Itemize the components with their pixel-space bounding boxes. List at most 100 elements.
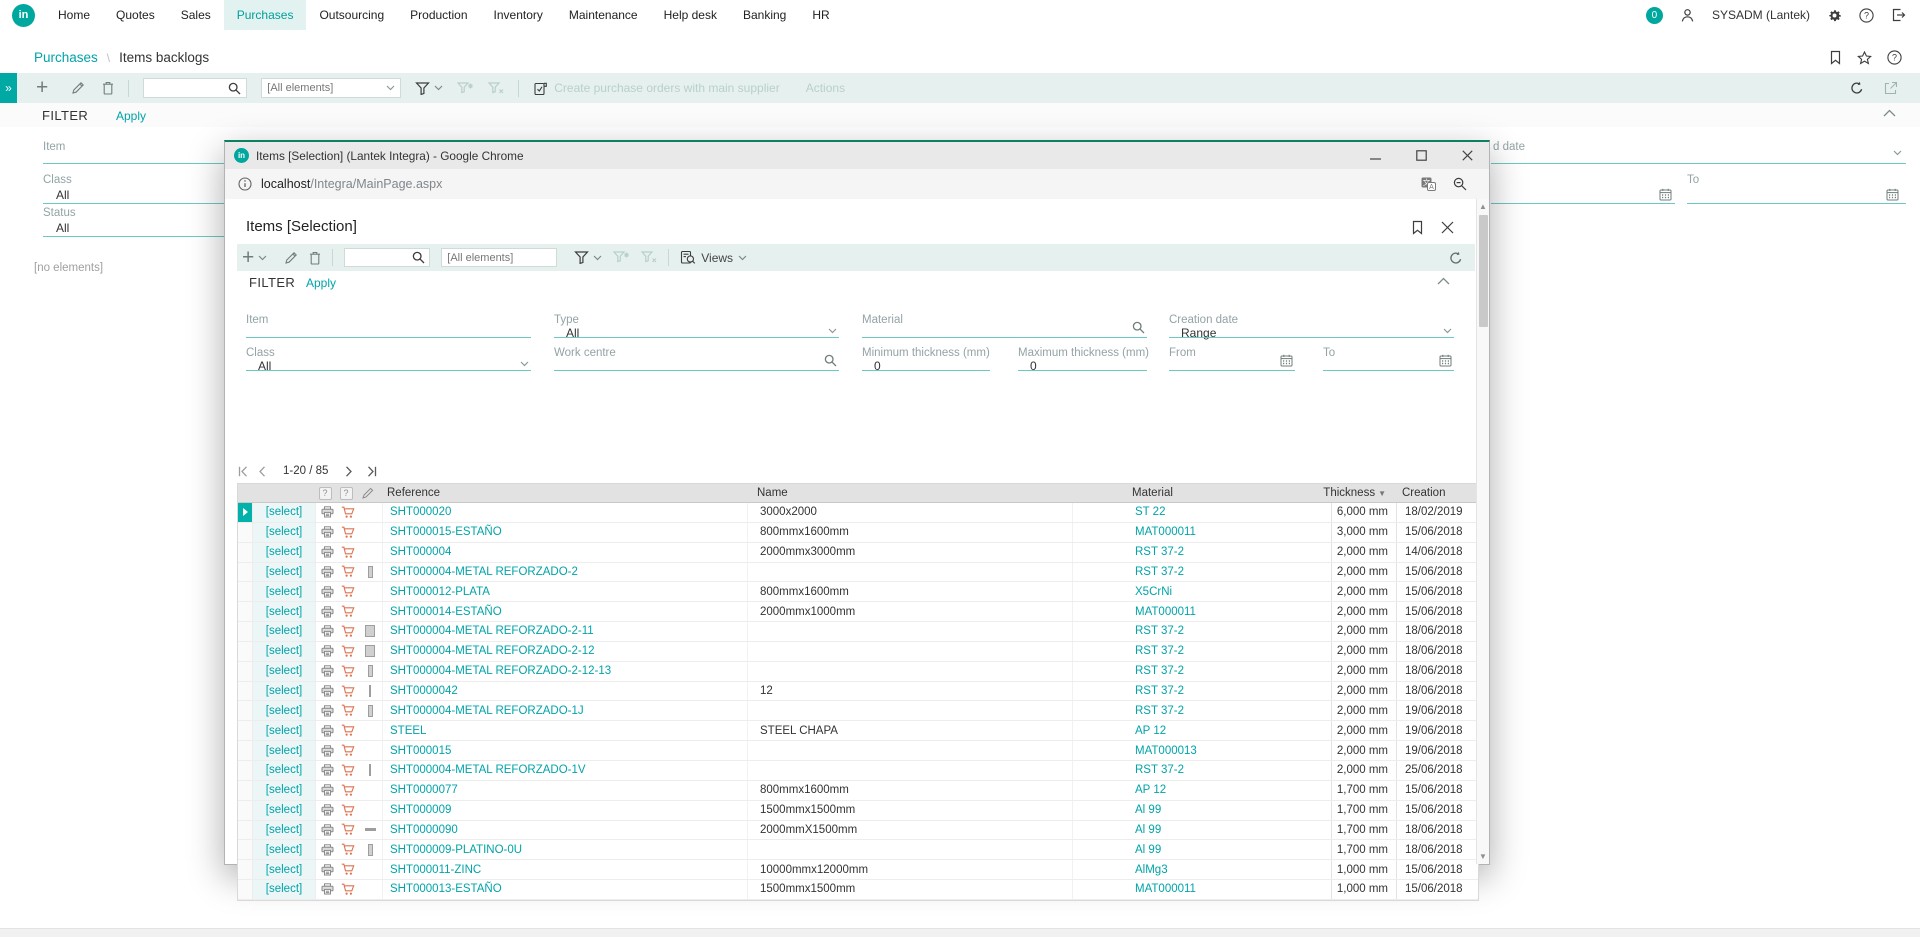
reference-link[interactable]: SHT000004-METAL REFORZADO-2-12-13 bbox=[383, 662, 748, 681]
table-row[interactable]: [select]SHT0000091500mmx1500mmAl 991,700… bbox=[238, 801, 1478, 821]
reference-link[interactable]: SHT000014-ESTAÑO bbox=[383, 602, 748, 621]
cart-icon[interactable] bbox=[338, 526, 358, 539]
table-row[interactable]: [select]SHT000004-METAL REFORZADO-1JRST … bbox=[238, 701, 1478, 721]
scroll-down-icon[interactable]: ▼ bbox=[1477, 850, 1489, 863]
nav-item-production[interactable]: Production bbox=[397, 0, 480, 30]
field-value[interactable]: Range bbox=[1169, 326, 1454, 341]
minimize-button[interactable] bbox=[1358, 142, 1392, 168]
open-external-icon[interactable] bbox=[1884, 81, 1898, 95]
cart-icon[interactable] bbox=[338, 506, 358, 519]
popup-filter-collapse-icon[interactable] bbox=[1437, 277, 1450, 285]
cart-icon[interactable] bbox=[338, 724, 358, 737]
material-link[interactable]: MAT000011 bbox=[1073, 523, 1332, 542]
printer-icon[interactable] bbox=[316, 546, 338, 558]
popup-filter-field-type[interactable]: TypeAll bbox=[554, 314, 839, 338]
popup-filter-field-class[interactable]: ClassAll bbox=[246, 347, 531, 371]
search-icon[interactable] bbox=[824, 354, 837, 367]
select-link[interactable]: [select] bbox=[266, 705, 302, 717]
table-row[interactable]: [select]SHT000004-METAL REFORZADO-2-11RS… bbox=[238, 622, 1478, 642]
caret-down-icon[interactable] bbox=[828, 328, 837, 334]
reference-link[interactable]: SHT000009-PLATINO-0U bbox=[383, 840, 748, 859]
popup-filter-field-item[interactable]: Item bbox=[246, 314, 531, 338]
bookmark-icon[interactable] bbox=[1829, 50, 1842, 65]
reference-link[interactable]: SHT0000042 bbox=[383, 682, 748, 701]
select-link[interactable]: [select] bbox=[266, 506, 302, 518]
filter-clear-button[interactable] bbox=[488, 82, 504, 95]
printer-icon[interactable] bbox=[316, 725, 338, 737]
last-page-button[interactable] bbox=[366, 466, 377, 477]
material-link[interactable]: RST 37-2 bbox=[1073, 563, 1332, 582]
nav-item-sales[interactable]: Sales bbox=[168, 0, 224, 30]
reference-link[interactable]: SHT000004-METAL REFORZADO-2-12 bbox=[383, 642, 748, 661]
material-link[interactable]: RST 37-2 bbox=[1073, 543, 1332, 562]
header-thickness[interactable]: Thickness▼ bbox=[1329, 484, 1394, 502]
select-link[interactable]: [select] bbox=[266, 784, 302, 796]
cart-icon[interactable] bbox=[338, 565, 358, 578]
popup-filter-favorite-button[interactable] bbox=[613, 251, 630, 264]
cart-icon[interactable] bbox=[338, 605, 358, 618]
gear-icon[interactable] bbox=[1827, 8, 1842, 23]
table-row[interactable]: [select]STEELSTEEL CHAPAAP 122,000 mm19/… bbox=[238, 721, 1478, 741]
material-link[interactable]: Al 99 bbox=[1073, 801, 1332, 820]
add-button[interactable]: + bbox=[36, 78, 48, 98]
page-help-icon[interactable]: ? bbox=[1887, 50, 1902, 65]
popup-add-caret-icon[interactable] bbox=[258, 255, 267, 261]
close-window-button[interactable] bbox=[1450, 142, 1484, 168]
cart-icon[interactable] bbox=[338, 625, 358, 638]
select-link[interactable]: [select] bbox=[266, 546, 302, 558]
search-input[interactable] bbox=[143, 78, 247, 98]
reference-link[interactable]: SHT000004 bbox=[383, 543, 748, 562]
table-row[interactable]: [select]SHT000015-ESTAÑO800mmx1600mmMAT0… bbox=[238, 523, 1478, 543]
material-link[interactable]: X5CrNi bbox=[1073, 582, 1332, 601]
popup-filter-field-creation-date[interactable]: Creation dateRange bbox=[1169, 314, 1454, 338]
username[interactable]: SYSADM (Lantek) bbox=[1712, 8, 1810, 22]
select-link[interactable]: [select] bbox=[266, 625, 302, 637]
printer-icon[interactable] bbox=[316, 764, 338, 776]
translate-icon[interactable]: 文A bbox=[1421, 177, 1436, 191]
printer-icon[interactable] bbox=[316, 705, 338, 717]
popup-filter-field-minimum-thickness-mm-[interactable]: Minimum thickness (mm)0 bbox=[862, 347, 990, 371]
table-row[interactable]: [select]SHT000014-ESTAÑO2000mmx1000mmMAT… bbox=[238, 602, 1478, 622]
select-link[interactable]: [select] bbox=[266, 725, 302, 737]
cart-icon[interactable] bbox=[338, 546, 358, 559]
select-link[interactable]: [select] bbox=[266, 844, 302, 856]
popup-filter-field-work-centre[interactable]: Work centre bbox=[554, 347, 839, 371]
printer-icon[interactable] bbox=[316, 526, 338, 538]
printer-icon[interactable] bbox=[316, 824, 338, 836]
field-value[interactable]: All bbox=[246, 359, 531, 374]
search-icon[interactable] bbox=[1132, 321, 1145, 334]
table-row[interactable]: [select]SHT000004-METAL REFORZADO-1VRST … bbox=[238, 761, 1478, 781]
actions-button[interactable]: Actions bbox=[806, 81, 845, 95]
nav-item-banking[interactable]: Banking bbox=[730, 0, 799, 30]
table-row[interactable]: [select]SHT000011-ZINC10000mmx12000mmAlM… bbox=[238, 860, 1478, 880]
calendar-icon[interactable] bbox=[1439, 354, 1452, 367]
popup-filter-field-material[interactable]: Material bbox=[862, 314, 1147, 338]
table-row[interactable]: [select]SHT0000042000mmx3000mmRST 37-22,… bbox=[238, 543, 1478, 563]
material-link[interactable]: AP 12 bbox=[1073, 721, 1332, 740]
popup-url-bar[interactable]: localhost/Integra/MainPage.aspx 文A bbox=[225, 169, 1489, 200]
table-row[interactable]: [select]SHT000004-METAL REFORZADO-2RST 3… bbox=[238, 563, 1478, 583]
bg-to-calendar-icon[interactable] bbox=[1886, 188, 1899, 201]
select-link[interactable]: [select] bbox=[266, 864, 302, 876]
printer-icon[interactable] bbox=[316, 586, 338, 598]
material-link[interactable]: Al 99 bbox=[1073, 840, 1332, 859]
bg-from-calendar-icon[interactable] bbox=[1659, 188, 1672, 201]
field-value[interactable] bbox=[246, 326, 531, 341]
field-value[interactable]: All bbox=[554, 326, 839, 341]
cart-icon[interactable] bbox=[338, 764, 358, 777]
bg-status-value[interactable]: All bbox=[56, 221, 69, 235]
filter-apply-link[interactable]: Apply bbox=[116, 109, 146, 123]
nav-item-hr[interactable]: HR bbox=[799, 0, 842, 30]
reference-link[interactable]: SHT0000077 bbox=[383, 781, 748, 800]
elements-filter-dropdown[interactable]: [All elements] bbox=[261, 78, 401, 98]
bg-date-caret-icon[interactable] bbox=[1893, 150, 1902, 156]
reference-link[interactable]: SHT000012-PLATA bbox=[383, 582, 748, 601]
printer-icon[interactable] bbox=[316, 745, 338, 757]
cart-icon[interactable] bbox=[338, 665, 358, 678]
caret-down-icon[interactable] bbox=[1443, 328, 1452, 334]
material-link[interactable]: RST 37-2 bbox=[1073, 662, 1332, 681]
popup-filter-field-to[interactable]: To bbox=[1323, 347, 1454, 371]
reference-link[interactable]: SHT000004-METAL REFORZADO-1J bbox=[383, 701, 748, 720]
delete-button[interactable] bbox=[102, 81, 114, 95]
printer-icon[interactable] bbox=[316, 606, 338, 618]
